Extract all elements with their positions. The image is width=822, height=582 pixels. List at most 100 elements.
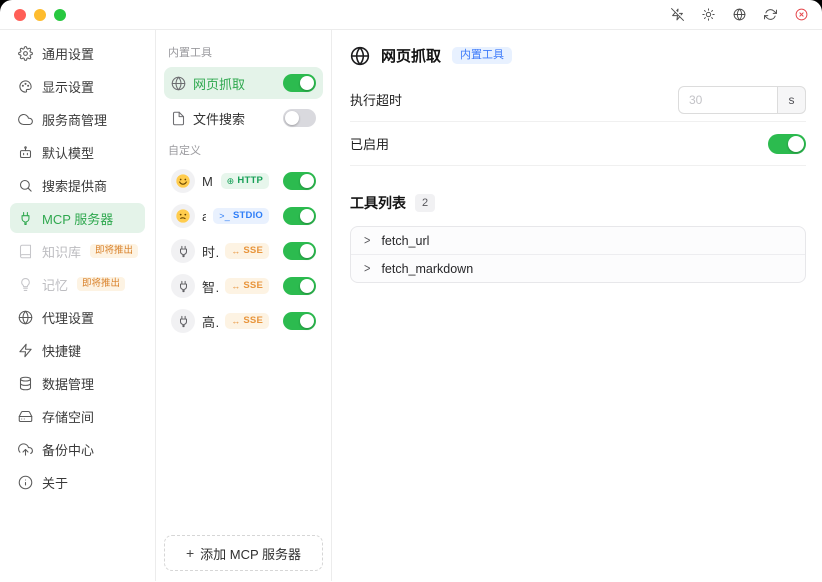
transport-badge-sse: ↔ SSE (225, 243, 269, 259)
plug-avatar (171, 239, 195, 263)
sidebar-item-about[interactable]: 关于 (10, 467, 145, 497)
plug-icon (21, 211, 30, 225)
timeout-row: 执行超时 s (350, 78, 806, 122)
server-row-mcp-fetch[interactable]: MCP-Fetch ⊕HTTP (164, 165, 323, 197)
plug-avatar (171, 309, 195, 333)
theme-sun-icon[interactable] (702, 8, 715, 21)
main-layout: 通用设置 显示设置 服务商管理 默认模型 搜索提供商 MCP 服务器 知识库 即… (0, 30, 822, 581)
tool-row-fetch-markdown[interactable]: > fetch_markdown (351, 254, 805, 282)
server-detail-pane: 网页抓取 内置工具 执行超时 s 已启用 工具列表 2 > (332, 30, 822, 581)
detail-header: 网页抓取 内置工具 (350, 45, 806, 66)
server-label: 高德地图 (202, 314, 218, 330)
sidebar-item-label: 搜索提供商 (42, 178, 108, 194)
sidebar-item-memory[interactable]: 记忆 即将推出 (10, 269, 145, 299)
sidebar-item-label: 知识库 (42, 244, 82, 260)
sidebar-item-label: 显示设置 (42, 79, 95, 95)
sidebar-item-label: 记忆 (42, 277, 69, 293)
globe-icon (171, 76, 186, 90)
sidebar-item-shortcuts[interactable]: 快捷键 (10, 335, 145, 365)
sidebar-item-label: 关于 (42, 475, 69, 491)
sidebar-item-providers[interactable]: 服务商管理 (10, 104, 145, 134)
plug-avatar (171, 274, 195, 298)
zoom-window-button[interactable] (54, 8, 66, 21)
server-label: 智谱联网搜索 (202, 279, 218, 295)
server-row-time-service[interactable]: 时间服务 ↔SSE (164, 235, 323, 267)
plus-icon: + (185, 545, 195, 561)
server-row-amap[interactable]: 高德地图 ↔SSE (164, 305, 323, 337)
book-icon (19, 244, 32, 258)
globe-glyph-icon: ⊕ (226, 175, 235, 186)
custom-section-label: 自定义 (168, 145, 201, 157)
titlebar-actions (671, 8, 808, 21)
arrows-glyph-icon: ↔ (231, 245, 241, 256)
add-mcp-server-label: 添加 MCP 服务器 (200, 546, 302, 562)
sidebar-item-backup[interactable]: 备份中心 (10, 434, 145, 464)
server-enable-toggle[interactable] (283, 277, 316, 295)
sidebar-item-mcp-servers[interactable]: MCP 服务器 (10, 203, 145, 233)
sidebar-item-data-management[interactable]: 数据管理 (10, 368, 145, 398)
server-title: 网页抓取 (381, 48, 442, 65)
server-enable-toggle[interactable] (283, 242, 316, 260)
settings-sidebar: 通用设置 显示设置 服务商管理 默认模型 搜索提供商 MCP 服务器 知识库 即… (0, 30, 155, 581)
server-row-antv[interactable]: antv >_STDIO (164, 200, 323, 232)
server-enable-toggle[interactable] (283, 172, 316, 190)
enabled-toggle[interactable] (768, 133, 806, 154)
language-globe-icon[interactable] (733, 8, 746, 21)
enabled-row: 已启用 (350, 122, 806, 166)
coming-soon-badge: 即将推出 (90, 244, 139, 258)
server-enable-toggle[interactable] (283, 109, 316, 127)
tool-row-fetch-url[interactable]: > fetch_url (351, 227, 805, 254)
sidebar-item-label: 默认模型 (42, 145, 95, 161)
enabled-label: 已启用 (350, 137, 390, 152)
sidebar-item-search-providers[interactable]: 搜索提供商 (10, 170, 145, 200)
sidebar-item-label: 备份中心 (42, 442, 95, 458)
sidebar-item-label: 代理设置 (42, 310, 95, 326)
server-enable-toggle[interactable] (283, 74, 316, 92)
timeout-input-group: s (678, 85, 806, 114)
timeout-label: 执行超时 (350, 93, 403, 108)
tools-accordion: > fetch_url > fetch_markdown (350, 226, 806, 283)
zap-off-icon[interactable] (671, 8, 684, 21)
transport-badge-http: ⊕ HTTP (220, 173, 269, 189)
server-row-file-search[interactable]: 文件搜索 (164, 102, 323, 134)
globe-icon (350, 46, 370, 65)
sidebar-item-label: 数据管理 (42, 376, 95, 392)
sidebar-item-storage[interactable]: 存储空间 (10, 401, 145, 431)
bot-icon (19, 145, 32, 158)
hard-drive-icon (18, 410, 33, 422)
palette-icon (19, 79, 32, 93)
coming-soon-badge: 即将推出 (77, 277, 126, 291)
sidebar-item-general[interactable]: 通用设置 (10, 38, 145, 68)
server-label: 文件搜索 (193, 111, 246, 127)
emoji-avatar (171, 169, 195, 193)
plug-icon (179, 315, 187, 327)
timeout-input[interactable] (678, 85, 778, 114)
file-icon (172, 111, 185, 125)
mcp-server-list: 内置工具 网页抓取 文件搜索 自定义 MCP-Fetch ⊕HTTP (155, 30, 332, 581)
refresh-icon[interactable] (764, 8, 777, 21)
close-window-button[interactable] (14, 8, 26, 21)
sidebar-item-default-models[interactable]: 默认模型 (10, 137, 145, 167)
sidebar-item-proxy[interactable]: 代理设置 (10, 302, 145, 332)
sidebar-item-display[interactable]: 显示设置 (10, 71, 145, 101)
tools-header: 工具列表 2 (350, 193, 806, 213)
devtools-record-icon[interactable] (795, 8, 808, 21)
app-window: 通用设置 显示设置 服务商管理 默认模型 搜索提供商 MCP 服务器 知识库 即… (0, 0, 822, 582)
sidebar-item-knowledge-base[interactable]: 知识库 即将推出 (10, 236, 145, 266)
arrows-glyph-icon: ↔ (231, 280, 241, 291)
server-enable-toggle[interactable] (283, 312, 316, 330)
zap-icon (19, 343, 32, 357)
server-row-zhipu-search[interactable]: 智谱联网搜索 ↔SSE (164, 270, 323, 302)
tools-title: 工具列表 (350, 195, 406, 211)
server-label: 网页抓取 (193, 76, 246, 92)
server-enable-toggle[interactable] (283, 207, 316, 225)
tool-name: fetch_url (381, 233, 430, 248)
sidebar-item-label: 服务商管理 (42, 112, 108, 128)
sidebar-item-label: 存储空间 (42, 409, 95, 425)
server-row-web-scrape[interactable]: 网页抓取 (164, 67, 323, 99)
transport-badge-stdio: >_ STDIO (213, 208, 269, 224)
minimize-window-button[interactable] (34, 8, 46, 21)
terminal-glyph-icon: >_ (219, 210, 230, 221)
sidebar-item-label: 通用设置 (42, 46, 95, 62)
add-mcp-server-button[interactable]: + 添加 MCP 服务器 (164, 535, 323, 571)
